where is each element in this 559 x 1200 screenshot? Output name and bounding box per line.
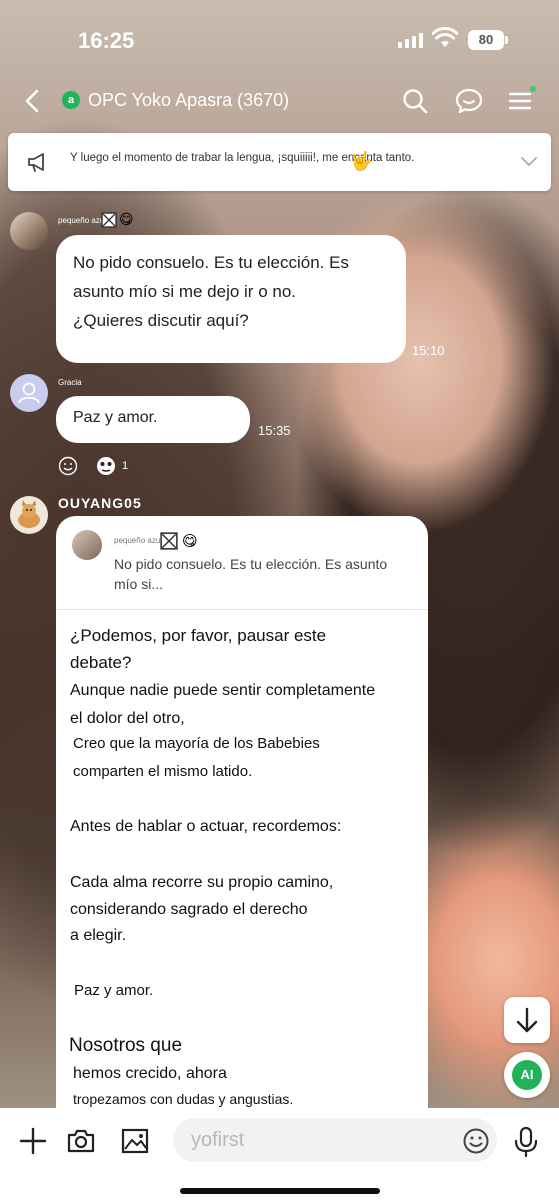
message-line: Paz y amor.	[74, 982, 154, 999]
message-time: 15:10	[412, 343, 445, 358]
chevron-left-icon[interactable]	[18, 86, 48, 116]
message-line: Antes de hablar o actuar, recordemos:	[70, 818, 342, 835]
announcement-banner[interactable]: Y luego el momento de trabar la lengua, …	[8, 133, 551, 191]
message-line: Paz y amor.	[73, 409, 158, 426]
megaphone-icon	[28, 153, 44, 172]
message-line: tropezamos con dudas y angustias.	[73, 1091, 294, 1107]
status-bar: 16:25 80	[0, 0, 559, 80]
message-line: comparten el mismo latido.	[73, 763, 253, 780]
message-line: Creo que la mayoría de los Babebies	[73, 735, 320, 752]
message-bubble[interactable]: pequeño azul n 😋 No pido consuelo. Es tu…	[56, 516, 428, 1116]
arrow-down-icon	[516, 1007, 538, 1033]
message-bubble[interactable]: No pido consuelo. Es tu elección. Es asu…	[56, 235, 406, 363]
ai-assistant-button[interactable]: AI	[504, 1052, 550, 1098]
emoji-icon[interactable]	[461, 1126, 491, 1156]
group-type-icon: a	[62, 91, 80, 109]
avatar	[72, 530, 102, 560]
mic-icon[interactable]	[511, 1126, 541, 1158]
message-line: Aunque nadie puede sentir completamente	[70, 682, 376, 699]
signal-icon	[398, 33, 423, 48]
image-icon[interactable]	[120, 1126, 150, 1156]
message-line: el dolor del otro,	[70, 710, 185, 727]
announcement-emoji: 🤟	[350, 151, 373, 171]
dog-avatar-icon	[18, 500, 40, 528]
message-line: debate?	[70, 653, 132, 672]
ai-label: AI	[512, 1060, 542, 1090]
plus-icon[interactable]	[18, 1126, 48, 1156]
search-icon[interactable]	[400, 86, 430, 116]
default-avatar-icon	[18, 382, 40, 404]
message-bubble[interactable]: Paz y amor.	[56, 396, 250, 443]
avatar[interactable]	[10, 496, 48, 534]
camera-icon[interactable]	[66, 1126, 96, 1156]
quoted-text: No pido consuelo. Es tu elección. Es asu…	[114, 556, 388, 592]
battery-tip	[505, 36, 508, 44]
chat-title[interactable]: OPC Yoko Apasra (3670)	[88, 90, 289, 111]
message-line: asunto mío si me dejo ir o no.	[73, 282, 297, 301]
wifi-icon	[432, 27, 458, 47]
message-input[interactable]: yofirst	[173, 1118, 497, 1162]
chevron-down-icon[interactable]	[520, 155, 538, 167]
quoted-message[interactable]: pequeño azul n 😋 No pido consuelo. Es tu…	[56, 516, 428, 610]
message-line: a elegir.	[70, 927, 127, 944]
message-line: Nosotros que	[69, 1035, 183, 1056]
chat-icon[interactable]	[454, 86, 484, 116]
message-line: considerando sagrado el derecho	[70, 901, 308, 918]
status-time: 16:25	[78, 28, 135, 53]
message-input-bar: yofirst	[0, 1108, 559, 1200]
add-reaction-icon[interactable]	[58, 456, 78, 476]
message-line: ¿Quieres discutir aquí?	[73, 311, 249, 330]
broken-image-icon	[101, 212, 117, 228]
message-line: Cada alma recorre su propio camino,	[70, 874, 334, 891]
avatar[interactable]	[10, 374, 48, 412]
sticker-reaction-icon[interactable]	[94, 455, 118, 477]
scroll-to-bottom-button[interactable]	[504, 997, 550, 1043]
reaction-count: 1	[122, 460, 129, 472]
menu-icon[interactable]	[506, 86, 536, 116]
home-indicator	[180, 1188, 380, 1194]
message-line: hemos crecido, ahora	[73, 1065, 227, 1082]
sender-name: OUYANG05	[58, 495, 142, 511]
message-line: No pido consuelo. Es tu elección. Es	[73, 253, 349, 272]
sender-name: Gracia	[58, 378, 82, 387]
battery-indicator: 80	[468, 30, 504, 50]
avatar[interactable]	[10, 212, 48, 250]
message-time: 15:35	[258, 423, 291, 438]
quoted-sender-emoji: 😋	[182, 533, 198, 550]
message-line: ¿Podemos, por favor, pausar este	[70, 626, 327, 645]
chat-header: a OPC Yoko Apasra (3670)	[0, 80, 559, 124]
sender-emoji: 😋	[119, 211, 134, 227]
broken-image-icon	[160, 532, 178, 550]
